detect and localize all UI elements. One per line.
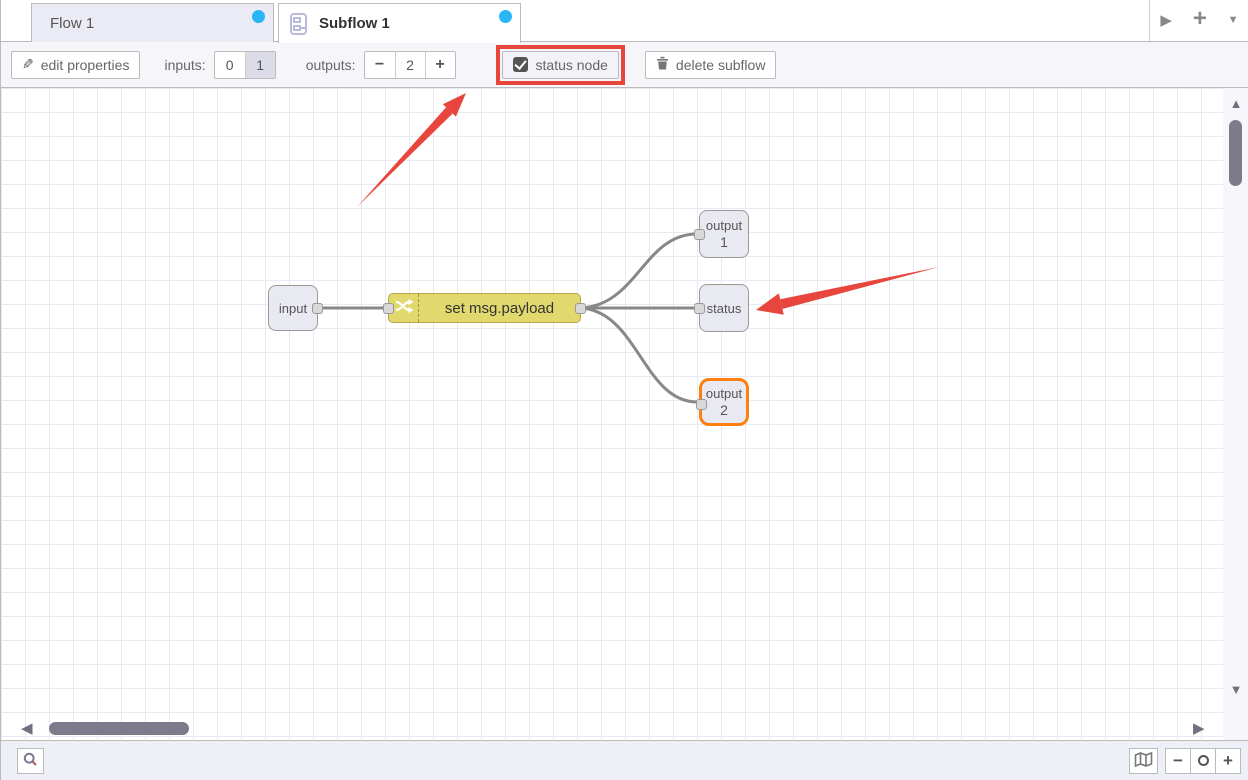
hscroll-left-arrow-icon[interactable]: ◀ — [21, 719, 33, 737]
zoom-reset-button[interactable] — [1190, 748, 1216, 774]
search-button[interactable] — [17, 748, 44, 774]
outputs-increment-button[interactable]: + — [425, 52, 455, 78]
tab-subflow1-label: Subflow 1 — [319, 15, 390, 32]
edit-properties-button[interactable]: ✎ edit properties — [11, 51, 140, 79]
annotation-arrow-to-status-checkbox — [357, 93, 466, 207]
output2-label: output — [706, 386, 742, 402]
flow-list-chevron-down-icon[interactable]: ▼ — [1228, 15, 1239, 26]
search-icon — [23, 752, 38, 770]
hscroll-thumb[interactable] — [49, 722, 189, 735]
scroll-tabs-right-icon[interactable]: ▶ — [1160, 13, 1172, 28]
output1-label: output — [706, 218, 742, 234]
outputs-value: 2 — [395, 52, 425, 78]
input-port[interactable] — [694, 303, 705, 314]
add-flow-button[interactable]: + — [1193, 7, 1207, 31]
annotation-arrow-to-status-node — [756, 267, 939, 315]
tab-bar: Flow 1 Subflow 1 ▶ + ▼ — [1, 0, 1248, 42]
zoom-reset-circle-icon — [1198, 755, 1209, 766]
unsaved-changes-dot — [499, 10, 512, 23]
delete-subflow-button[interactable]: delete subflow — [645, 51, 777, 79]
trash-icon — [656, 56, 669, 73]
node-input-label: input — [279, 301, 307, 316]
wire-change-to-output1[interactable] — [578, 234, 697, 308]
map-icon — [1134, 752, 1153, 770]
output-port[interactable] — [575, 303, 586, 314]
tab-flow1-label: Flow 1 — [50, 15, 94, 32]
outputs-stepper: − 2 + — [364, 51, 456, 79]
zoom-in-button[interactable]: + — [1215, 748, 1241, 774]
node-subflow-output-2-selected[interactable]: output 2 — [699, 378, 749, 426]
footer-view-controls: − + — [1129, 748, 1241, 774]
change-node-label: set msg.payload — [419, 300, 580, 317]
status-node-toggle-button[interactable]: status node — [502, 51, 619, 79]
pencil-icon: ✎ — [22, 56, 34, 73]
vscroll-thumb[interactable] — [1229, 120, 1242, 186]
delete-subflow-label: delete subflow — [676, 57, 766, 73]
inputs-label: inputs: — [164, 57, 205, 73]
wire-and-annotation-layer — [1, 88, 1223, 740]
subflow-toolbar: ✎ edit properties inputs: 0 1 outputs: −… — [1, 42, 1248, 88]
output2-number: 2 — [720, 402, 728, 418]
status-node-label: status node — [536, 57, 608, 73]
inputs-option-0[interactable]: 0 — [215, 52, 245, 78]
vscroll-up-arrow-icon[interactable]: ▲ — [1223, 96, 1248, 111]
input-port[interactable] — [694, 229, 705, 240]
plus-icon: + — [1223, 751, 1233, 771]
node-subflow-status[interactable]: status — [699, 284, 749, 332]
vscroll-down-arrow-icon[interactable]: ▼ — [1223, 682, 1248, 697]
node-change-set-msg-payload[interactable]: set msg.payload — [388, 293, 581, 323]
vertical-scrollbar: ▲ ▼ — [1223, 88, 1248, 740]
outputs-decrement-button[interactable]: − — [365, 52, 395, 78]
tab-flow1[interactable]: Flow 1 — [31, 3, 274, 42]
tab-subflow1[interactable]: Subflow 1 — [278, 3, 521, 43]
outputs-label: outputs: — [306, 57, 356, 73]
output1-number: 1 — [720, 234, 728, 250]
navigator-map-button[interactable] — [1129, 748, 1158, 774]
inputs-option-1[interactable]: 1 — [245, 52, 275, 78]
flow-canvas[interactable]: input set msg.payload output 1 — [1, 88, 1223, 740]
checkbox-checked-icon — [513, 57, 528, 72]
node-subflow-output-1[interactable]: output 1 — [699, 210, 749, 258]
zoom-out-button[interactable]: − — [1165, 748, 1191, 774]
node-subflow-input[interactable]: input — [268, 285, 318, 331]
shuffle-icon — [394, 296, 414, 320]
hscroll-right-arrow-icon[interactable]: ▶ — [1193, 719, 1205, 737]
node-red-editor: Flow 1 Subflow 1 ▶ + ▼ ✎ edit prop — [0, 0, 1248, 780]
output-port[interactable] — [312, 303, 323, 314]
minus-icon: − — [1173, 751, 1183, 771]
wire-change-to-output2[interactable] — [578, 308, 697, 402]
subflow-icon — [289, 12, 311, 36]
footer-bar: − + — [1, 740, 1248, 780]
input-port[interactable] — [383, 303, 394, 314]
zoom-controls: − + — [1166, 748, 1241, 774]
input-port[interactable] — [696, 399, 707, 410]
edit-properties-label: edit properties — [41, 57, 130, 73]
tab-bar-actions: ▶ + ▼ — [1149, 0, 1248, 41]
status-node-label: status — [707, 301, 742, 316]
inputs-toggle-group: 0 1 — [214, 51, 276, 79]
status-node-wrapper: status node — [502, 51, 619, 79]
unsaved-changes-dot — [252, 10, 265, 23]
